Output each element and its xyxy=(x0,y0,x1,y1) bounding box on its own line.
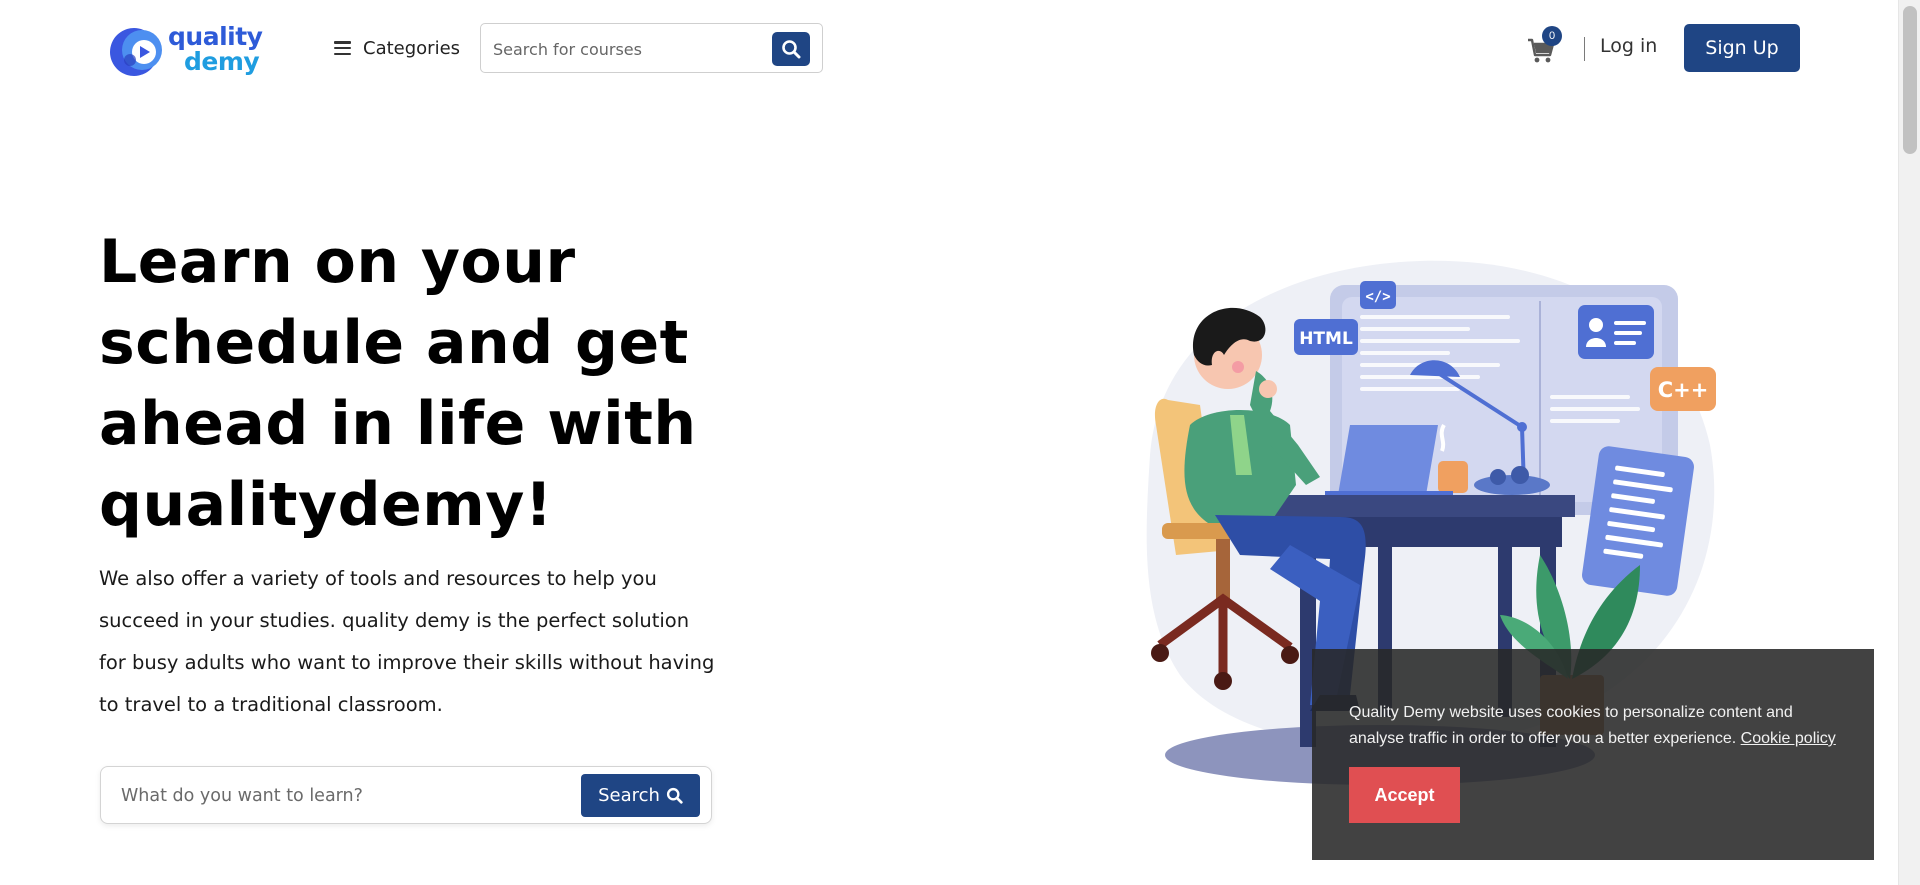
hero-title: Learn on your schedule and get ahead in … xyxy=(99,227,697,540)
page-scrollbar[interactable] xyxy=(1898,0,1920,885)
categories-menu-button[interactable]: Categories xyxy=(334,32,460,64)
scrollbar-thumb[interactable] xyxy=(1903,6,1917,154)
cart-button[interactable]: 0 xyxy=(1526,26,1562,64)
cookie-message: Quality Demy website uses cookies to per… xyxy=(1349,700,1849,752)
site-header: quality demy Categories 0 Log in Sign Up xyxy=(0,0,1898,96)
hero-search-button-label: Search xyxy=(598,785,660,806)
cookie-policy-link[interactable]: Cookie policy xyxy=(1741,730,1836,747)
code-tag-label: </> xyxy=(1365,289,1390,305)
hero-search-box: Search xyxy=(100,766,712,824)
header-search-input[interactable] xyxy=(493,36,743,62)
login-link[interactable]: Log in xyxy=(1600,35,1657,57)
signup-button[interactable]: Sign Up xyxy=(1684,24,1800,72)
search-icon xyxy=(666,787,683,804)
search-icon xyxy=(782,40,801,59)
categories-label: Categories xyxy=(363,37,461,59)
cookie-accept-button[interactable]: Accept xyxy=(1349,767,1460,823)
hero-search-button[interactable]: Search xyxy=(581,774,700,817)
hamburger-icon xyxy=(334,41,351,55)
hero-description: We also offer a variety of tools and res… xyxy=(99,567,715,716)
html-tag-label: HTML xyxy=(1299,329,1353,349)
cookie-message-text: Quality Demy website uses cookies to per… xyxy=(1349,704,1793,747)
cart-count-badge: 0 xyxy=(1542,26,1562,46)
header-search-button[interactable] xyxy=(772,32,810,66)
cpp-tag-label: C++ xyxy=(1658,378,1709,402)
header-divider xyxy=(1584,37,1585,61)
logo-text-line2: demy xyxy=(184,47,260,76)
logo-wordmark: quality demy xyxy=(168,24,263,76)
site-logo[interactable]: quality demy xyxy=(108,22,263,84)
logo-mark-icon xyxy=(110,28,162,76)
header-search-box xyxy=(480,23,823,73)
cookie-consent-banner: Quality Demy website uses cookies to per… xyxy=(1312,649,1874,860)
hero-search-input[interactable] xyxy=(121,782,561,810)
